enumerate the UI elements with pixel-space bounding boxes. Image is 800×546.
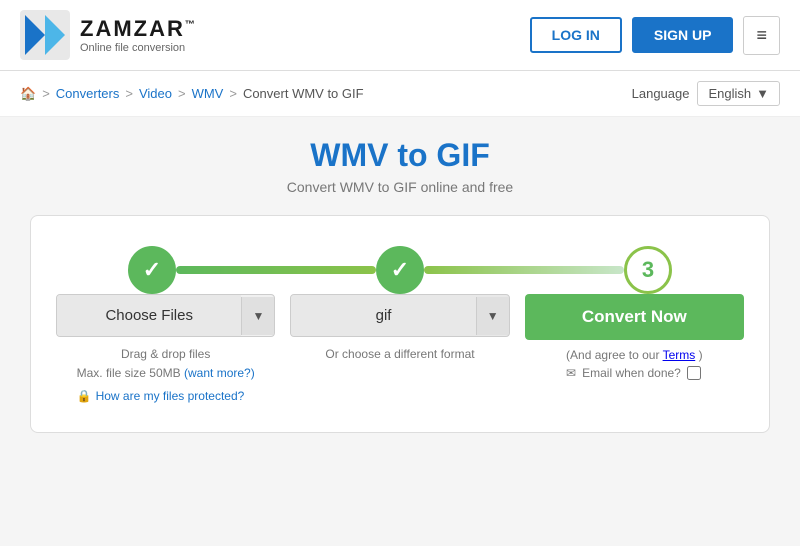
breadcrumb-video[interactable]: Video xyxy=(139,86,172,101)
convert-col: Convert Now (And agree to our Terms ) ✉ … xyxy=(525,294,744,380)
breadcrumb-converters[interactable]: Converters xyxy=(56,86,120,101)
step-2-circle: ✓ xyxy=(376,246,424,294)
drag-drop-text: Drag & drop files xyxy=(77,345,255,364)
email-row: ✉ Email when done? xyxy=(566,366,703,380)
main-content: WMV to GIF Convert WMV to GIF online and… xyxy=(0,117,800,453)
language-selector: Language English ▼ xyxy=(632,81,780,106)
choose-files-main-button[interactable]: Choose Files xyxy=(57,295,241,336)
want-more-link[interactable]: (want more?) xyxy=(184,366,255,380)
lock-icon: 🔒 xyxy=(77,387,92,406)
file-protection-link[interactable]: 🔒 How are my files protected? xyxy=(77,387,255,406)
breadcrumb-sep-1: > xyxy=(42,86,50,101)
breadcrumb: 🏠 > Converters > Video > WMV > Convert W… xyxy=(20,86,364,102)
language-selected: English xyxy=(708,86,751,101)
language-label: Language xyxy=(632,86,690,101)
format-col: gif ▼ Or choose a different format xyxy=(290,294,509,364)
breadcrumb-home[interactable]: 🏠 xyxy=(20,86,36,102)
format-button[interactable]: gif ▼ xyxy=(290,294,509,337)
language-dropdown[interactable]: English ▼ xyxy=(697,81,780,106)
signup-button[interactable]: SIGN UP xyxy=(632,17,734,53)
format-hint-text: Or choose a different format xyxy=(325,345,474,364)
terms-text: (And agree to our Terms ) xyxy=(566,348,703,362)
menu-button[interactable]: ≡ xyxy=(743,16,780,55)
breadcrumb-current: Convert WMV to GIF xyxy=(243,86,364,101)
step-2-label: ✓ xyxy=(391,257,409,283)
header: ZAMZAR™ Online file conversion LOG IN SI… xyxy=(0,0,800,71)
convert-info: (And agree to our Terms ) ✉ Email when d… xyxy=(566,348,703,380)
step-3-circle: 3 xyxy=(624,246,672,294)
language-arrow-icon: ▼ xyxy=(756,86,769,101)
breadcrumb-sep-3: > xyxy=(178,86,186,101)
actions-row: Choose Files ▼ Drag & drop files Max. fi… xyxy=(56,294,744,407)
step-1-label: ✓ xyxy=(143,257,161,283)
login-button[interactable]: LOG IN xyxy=(530,17,622,53)
step-connector-right xyxy=(424,266,624,274)
step-connector-left xyxy=(176,266,376,274)
format-main-button[interactable]: gif xyxy=(291,295,475,336)
logo-text: ZAMZAR™ Online file conversion xyxy=(80,16,197,54)
choose-files-button[interactable]: Choose Files ▼ xyxy=(56,294,275,337)
page-subtitle: Convert WMV to GIF online and free xyxy=(30,179,770,195)
header-actions: LOG IN SIGN UP ≡ xyxy=(530,16,780,55)
step-3-label: 3 xyxy=(642,257,654,283)
breadcrumb-wmv[interactable]: WMV xyxy=(192,86,224,101)
converter-card: ✓ ✓ 3 Choose Files ▼ Drag & drop files xyxy=(30,215,770,433)
envelope-icon: ✉ xyxy=(566,366,576,380)
logo-name: ZAMZAR™ xyxy=(80,16,197,42)
convert-now-button[interactable]: Convert Now xyxy=(525,294,744,340)
breadcrumb-sep-4: > xyxy=(229,86,237,101)
format-info: Or choose a different format xyxy=(325,345,474,364)
steps-bar: ✓ ✓ 3 xyxy=(56,246,744,294)
page-title: WMV to GIF xyxy=(30,137,770,174)
breadcrumb-sep-2: > xyxy=(125,86,133,101)
logo-area: ZAMZAR™ Online file conversion xyxy=(20,10,197,60)
step-1-circle: ✓ xyxy=(128,246,176,294)
email-label: Email when done? xyxy=(582,366,681,380)
breadcrumb-bar: 🏠 > Converters > Video > WMV > Convert W… xyxy=(0,71,800,117)
max-size-text: Max. file size 50MB (want more?) xyxy=(77,364,255,383)
logo-subtitle: Online file conversion xyxy=(80,42,197,54)
choose-files-info: Drag & drop files Max. file size 50MB (w… xyxy=(77,345,255,407)
terms-link[interactable]: Terms xyxy=(663,348,696,362)
choose-files-col: Choose Files ▼ Drag & drop files Max. fi… xyxy=(56,294,275,407)
email-checkbox[interactable] xyxy=(687,366,701,380)
choose-files-arrow-icon[interactable]: ▼ xyxy=(241,297,274,335)
format-arrow-icon[interactable]: ▼ xyxy=(476,297,509,335)
zamzar-logo-icon xyxy=(20,10,70,60)
